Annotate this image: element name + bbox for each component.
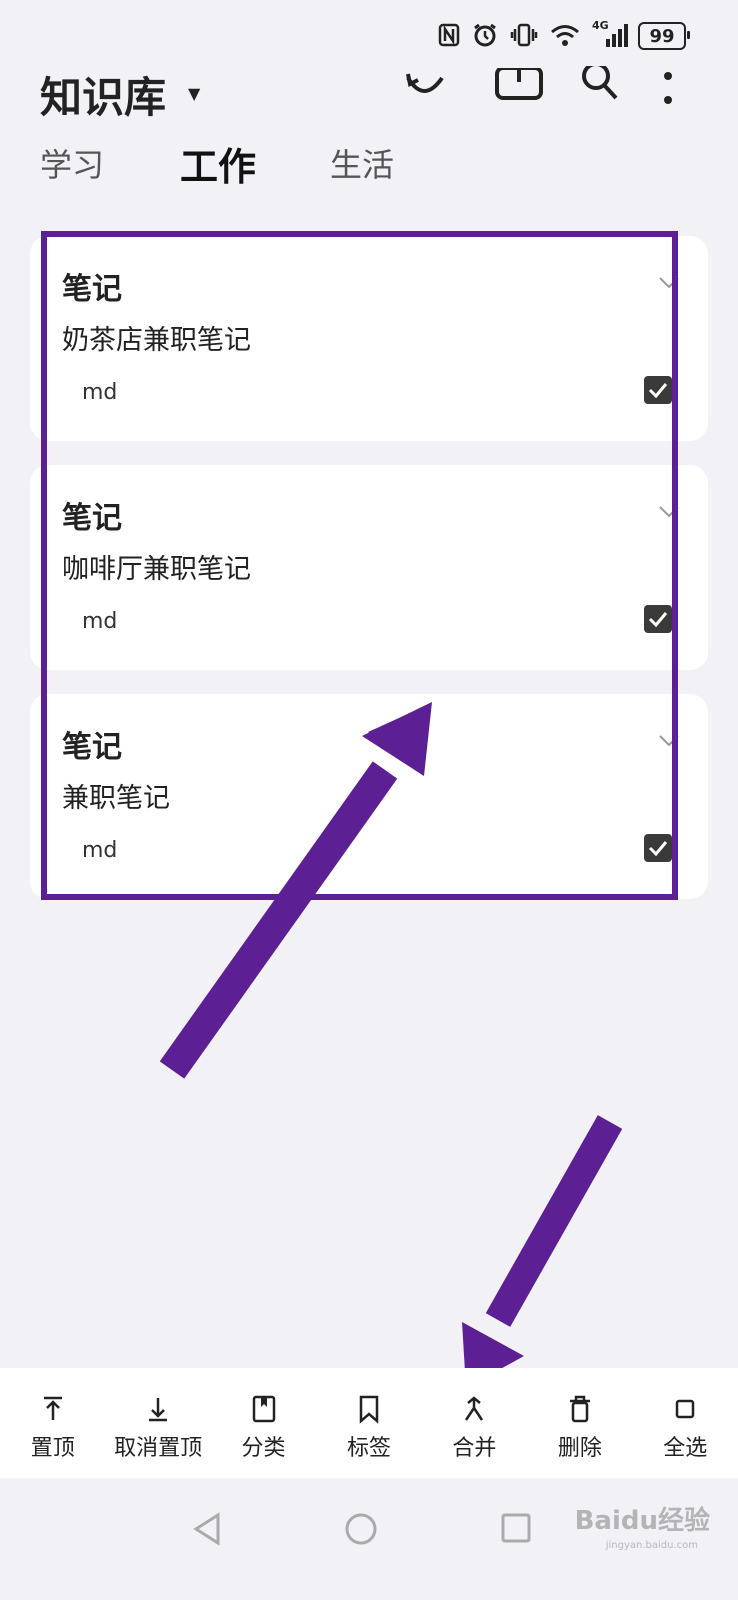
note-type: 笔记 [62,730,122,765]
app-bar: 知识库 ▼ [0,56,738,126]
tag-label: 标签 [346,1436,391,1461]
sync-icon[interactable] [404,70,446,106]
note-card[interactable]: 笔记 兼职笔记 md [30,694,708,899]
note-title: 兼职笔记 [62,783,170,814]
select-all-label: 全选 [663,1436,708,1461]
note-type: 笔记 [62,501,122,536]
bookmark-icon [359,1395,379,1424]
chevron-down-icon[interactable] [658,505,680,519]
search-icon[interactable] [580,66,620,106]
unpin-button[interactable]: 取消置顶 [105,1368,210,1478]
checkmark-icon [648,841,668,856]
alarm-icon [474,23,496,47]
select-all-icon [675,1399,695,1419]
note-type: 笔记 [62,272,122,307]
category-icon [252,1395,275,1423]
chevron-down-icon[interactable] [658,734,680,748]
pin-top-label: 置顶 [30,1436,75,1461]
home-icon[interactable] [344,1512,378,1546]
pin-top-button[interactable]: 置顶 [0,1368,105,1478]
status-icons: 4G [438,19,628,48]
network-type-label: 4G [592,19,609,32]
status-bar: 4G 99 [0,18,738,58]
select-all-button[interactable]: 全选 [633,1368,738,1478]
delete-button[interactable]: 删除 [527,1368,632,1478]
merge-label: 合并 [452,1436,497,1461]
more-icon[interactable] [662,70,674,110]
pin-top-icon [43,1396,62,1420]
battery-level: 99 [649,25,675,47]
tag-button[interactable]: 标签 [316,1368,421,1478]
battery-indicator: 99 [638,22,690,50]
back-icon[interactable] [190,1512,224,1546]
signal-4g-icon: 4G [592,19,628,47]
note-checkbox[interactable] [644,376,672,404]
category-label: 分类 [241,1436,286,1461]
unpin-icon [149,1398,168,1422]
note-checkbox[interactable] [644,834,672,862]
vibrate-icon [510,23,538,47]
note-format: md [82,609,118,634]
import-icon[interactable] [494,68,544,104]
note-card[interactable]: 笔记 奶茶店兼职笔记 md [30,236,708,441]
annotation-arrow-down [462,1115,623,1388]
watermark-url: jingyan.baidu.com [605,1540,698,1551]
delete-icon [569,1395,590,1423]
chevron-down-icon[interactable]: ▼ [188,84,200,103]
note-format: md [82,380,118,405]
tab-study[interactable]: 学习 [40,140,104,186]
bottom-toolbar: 置顶 取消置顶 分类 标签 合并 删除 全选 [0,1368,738,1478]
checkmark-icon [648,612,668,627]
note-card[interactable]: 笔记 咖啡厅兼职笔记 md [30,465,708,670]
note-title: 奶茶店兼职笔记 [62,325,251,356]
tab-life[interactable]: 生活 [330,140,394,186]
system-nav-bar: Baidu经验 jingyan.baidu.com [0,1478,738,1600]
watermark-logo: Baidu经验 [574,1506,710,1536]
note-format: md [82,838,118,863]
unpin-label: 取消置顶 [114,1436,203,1461]
merge-icon [465,1396,484,1421]
merge-button[interactable]: 合并 [422,1368,527,1478]
note-list: 笔记 奶茶店兼职笔记 md 笔记 咖啡厅兼职笔记 md 笔记 兼职笔记 md [30,236,708,923]
category-button[interactable]: 分类 [211,1368,316,1478]
wifi-icon [551,25,579,46]
category-tabs: 学习 工作 生活 [0,140,738,200]
note-checkbox[interactable] [644,605,672,633]
recents-icon[interactable] [500,1512,532,1544]
tab-work[interactable]: 工作 [180,136,256,191]
checkmark-icon [648,383,668,398]
nfc-icon [438,23,460,47]
delete-label: 删除 [557,1436,602,1461]
note-title: 咖啡厅兼职笔记 [62,554,251,585]
chevron-down-icon[interactable] [658,276,680,290]
app-title[interactable]: 知识库 [40,64,166,125]
